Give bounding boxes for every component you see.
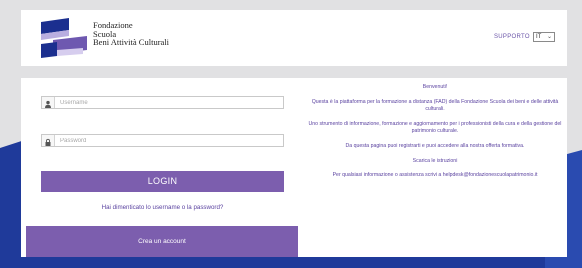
password-input[interactable] xyxy=(60,135,270,146)
chevron-down-icon: ⌄ xyxy=(546,34,552,40)
info-paragraph-3: Da questa pagina puoi registrarti e puoi… xyxy=(345,142,525,149)
login-button[interactable]: LOGIN xyxy=(41,171,284,192)
forgot-password-link[interactable]: Hai dimenticato lo username o la passwor… xyxy=(41,204,284,211)
user-icon xyxy=(42,97,55,108)
fondazione-logo-icon[interactable] xyxy=(39,16,89,60)
welcome-title: Benvenuti! xyxy=(422,84,448,90)
password-field[interactable] xyxy=(41,134,284,147)
language-select[interactable]: IT ⌄ xyxy=(533,32,555,42)
info-paragraph-1: Questa è la piattaforma per la formazion… xyxy=(311,98,559,113)
support-link[interactable]: SUPPORTO xyxy=(494,34,530,40)
page: Fondazione Scuola Beni Attività Cultural… xyxy=(0,0,582,268)
helpdesk-info: Per qualsiasi informazione o assistenza … xyxy=(332,172,538,179)
welcome-info: Benvenuti! Questa è la piattaforma per l… xyxy=(304,84,566,187)
username-input[interactable] xyxy=(60,97,270,108)
language-value: IT xyxy=(536,34,542,40)
brand-line-3: Beni Attività Culturali xyxy=(93,37,170,47)
create-account-button[interactable]: Crea un account xyxy=(26,226,298,257)
header: Fondazione Scuola Beni Attività Cultural… xyxy=(21,10,567,66)
username-field[interactable] xyxy=(41,96,284,109)
login-card: LOGIN Hai dimenticato lo username o la p… xyxy=(21,78,567,257)
download-instructions-link[interactable]: Scarica le istruzioni xyxy=(304,158,566,166)
lock-icon xyxy=(42,135,55,146)
brand-name: Fondazione Scuola Beni Attività Cultural… xyxy=(93,21,169,47)
info-paragraph-2: Uno strumento di informazione, formazion… xyxy=(308,120,562,135)
